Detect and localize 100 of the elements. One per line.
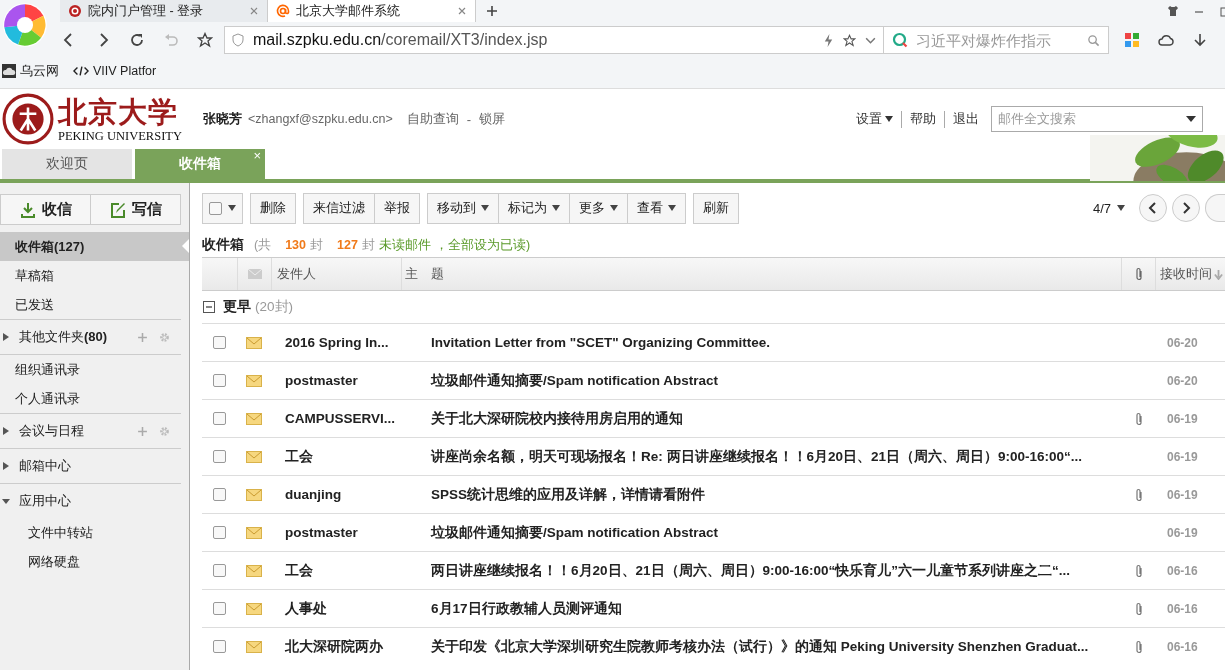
next-page-button[interactable] bbox=[1172, 194, 1200, 222]
folder-item[interactable]: 已发送 bbox=[0, 290, 189, 319]
star-icon[interactable] bbox=[197, 32, 213, 48]
row-checkbox[interactable] bbox=[213, 602, 226, 615]
address-bar[interactable]: mail.szpku.edu.cn/coremail/XT3/index.jsp bbox=[224, 26, 884, 54]
app-item[interactable]: 网络硬盘 bbox=[0, 547, 181, 576]
subject-cell[interactable]: 垃圾邮件通知摘要/Spam notification Abstract bbox=[400, 371, 1122, 390]
folder-item[interactable]: 组织通讯录 bbox=[0, 355, 181, 384]
envelope-icon bbox=[245, 602, 262, 615]
add-icon[interactable] bbox=[137, 331, 148, 343]
folder-item[interactable]: 个人通讯录 bbox=[0, 384, 181, 413]
folder-item[interactable]: 收件箱(127) bbox=[0, 232, 189, 261]
caret-icon bbox=[228, 205, 236, 211]
app-item[interactable]: 文件中转站 bbox=[0, 518, 181, 547]
subject-cell[interactable]: 两日讲座继续报名！！6月20日、21日（周六、周日）9:00-16:00“快乐育儿”六一儿童节系列讲座之二“... bbox=[400, 561, 1122, 580]
sender-cell-text: postmaster bbox=[284, 525, 359, 540]
envelope-icon bbox=[245, 526, 262, 539]
toolbar-button[interactable]: 来信过滤 bbox=[303, 192, 375, 224]
row-checkbox[interactable] bbox=[213, 640, 226, 653]
subject-cell[interactable]: SPSS统计思维的应用及详解，详情请看附件 bbox=[400, 485, 1122, 504]
browser-logo-icon[interactable] bbox=[2, 2, 48, 48]
header-link[interactable]: 自助查询 bbox=[406, 110, 459, 128]
caret-icon[interactable] bbox=[1186, 116, 1196, 122]
subject-cell[interactable]: 垃圾邮件通知摘要/Spam notification Abstract bbox=[400, 523, 1122, 542]
apps-grid-icon[interactable] bbox=[1124, 32, 1140, 48]
cloud-icon[interactable] bbox=[1158, 32, 1174, 48]
toolbar-button[interactable]: 举报 bbox=[374, 192, 420, 224]
expand-arrow-icon[interactable] bbox=[2, 462, 10, 470]
folder-group-label[interactable]: 邮箱中心 bbox=[19, 457, 181, 475]
header-link[interactable]: 退出 bbox=[944, 110, 987, 128]
download-icon bbox=[19, 201, 36, 218]
row-checkbox[interactable] bbox=[213, 450, 226, 463]
subject-cell[interactable]: 讲座尚余名额，明天可现场报名！Re: 两日讲座继续报名！！6月20日、21日（周六、周日）9:00-16:00“... bbox=[400, 447, 1122, 466]
subject-cell[interactable]: 关于印发《北京大学深圳研究生院教师考核办法（试行）》的通知 Peking University Shenzhen Graduat... bbox=[400, 637, 1122, 656]
sidebar-action-button[interactable]: 收信 bbox=[0, 194, 91, 225]
mail-search-box[interactable]: 邮件全文搜索 bbox=[991, 106, 1203, 132]
expand-arrow-icon[interactable] bbox=[2, 333, 10, 341]
browser-tab[interactable]: 院内门户管理 - 登录 bbox=[60, 0, 268, 22]
summary-link[interactable]: 未读邮件 bbox=[378, 237, 431, 254]
shield-icon bbox=[231, 33, 245, 47]
date-cell-text: 06-19 bbox=[1166, 411, 1199, 426]
folder-item[interactable]: 草稿箱 bbox=[0, 261, 189, 290]
toolbar-button[interactable]: 查看 bbox=[627, 192, 686, 224]
subject-cell[interactable]: Invitation Letter from "SCET" Organizing Committee. bbox=[400, 335, 1122, 350]
folder-group-label[interactable]: 其他文件夹(80) bbox=[19, 328, 137, 346]
reload-icon[interactable] bbox=[129, 32, 145, 48]
toolbar-button[interactable]: 删除 bbox=[250, 192, 296, 224]
envelope-icon bbox=[246, 268, 263, 280]
column-header[interactable]: 主 题 bbox=[401, 258, 1121, 290]
shirt-icon[interactable] bbox=[1167, 5, 1179, 17]
search-box[interactable]: 习近平对爆炸作指示 bbox=[884, 26, 1109, 54]
row-checkbox[interactable] bbox=[213, 526, 226, 539]
collapse-icon[interactable] bbox=[203, 301, 215, 313]
select-dropdown[interactable] bbox=[202, 192, 243, 224]
row-checkbox[interactable] bbox=[213, 336, 226, 349]
sidebar-action-button[interactable]: 写信 bbox=[91, 194, 181, 225]
star-icon[interactable] bbox=[843, 33, 856, 47]
subject-cell[interactable]: 6月17日行政教辅人员测评通知 bbox=[400, 599, 1122, 618]
cloud-icon bbox=[2, 64, 16, 78]
app-tab[interactable]: 欢迎页 bbox=[2, 149, 132, 179]
folder-group-label[interactable]: 会议与日程 bbox=[19, 422, 137, 440]
header-link[interactable]: 锁屏 bbox=[479, 110, 506, 128]
new-tab-icon[interactable] bbox=[486, 5, 498, 17]
close-icon[interactable] bbox=[457, 6, 467, 16]
expand-arrow-icon[interactable] bbox=[2, 497, 10, 505]
bookmark[interactable]: 乌云网 bbox=[2, 62, 59, 80]
row-checkbox[interactable] bbox=[213, 488, 226, 501]
toolbar-button[interactable]: 移动到 bbox=[427, 192, 499, 224]
tab-title: 北京大学邮件系统 bbox=[296, 2, 401, 20]
subject-cell[interactable]: 关于北大深研院校内接待用房启用的通知 bbox=[400, 409, 1122, 428]
paperclip-icon bbox=[1134, 267, 1143, 281]
toolbar-button[interactable]: 更多 bbox=[569, 192, 628, 224]
previous-page-button[interactable] bbox=[1139, 194, 1167, 222]
header-link[interactable]: 设置 bbox=[848, 110, 901, 128]
column-header[interactable]: 发件人 bbox=[271, 258, 401, 290]
row-checkbox[interactable] bbox=[213, 374, 226, 387]
paperclip-icon bbox=[1134, 411, 1143, 426]
toolbar-button[interactable]: 刷新 bbox=[693, 192, 739, 224]
at-sign-icon bbox=[276, 4, 290, 18]
date-cell-text: 06-19 bbox=[1166, 487, 1199, 502]
add-icon[interactable] bbox=[137, 425, 148, 437]
browser-tab[interactable]: 北京大学邮件系统 bbox=[268, 0, 476, 22]
summary-link[interactable]: ，全部设为已读) bbox=[434, 237, 531, 254]
expand-arrow-icon[interactable] bbox=[2, 427, 10, 435]
separator: - bbox=[466, 111, 472, 127]
header-link[interactable]: 帮助 bbox=[901, 110, 944, 128]
column-header[interactable]: 接收时间 bbox=[1155, 258, 1225, 290]
sender-cell-text: duanjing bbox=[284, 487, 343, 502]
row-checkbox[interactable] bbox=[213, 564, 226, 577]
close-icon[interactable] bbox=[249, 6, 259, 16]
logo-english: PEKING UNIVERSITY bbox=[58, 128, 182, 144]
page-selector[interactable]: 4/7 bbox=[1092, 200, 1125, 216]
folder-group-label[interactable]: 应用中心 bbox=[19, 492, 181, 510]
lightning-icon[interactable] bbox=[822, 33, 835, 47]
logo-chinese: 北京大学 bbox=[58, 94, 179, 129]
search-icon[interactable] bbox=[1087, 33, 1100, 47]
row-checkbox[interactable] bbox=[213, 412, 226, 425]
download-icon[interactable] bbox=[1192, 32, 1208, 48]
bookmark[interactable]: VIIV Platfor bbox=[73, 64, 157, 78]
toolbar-button[interactable]: 标记为 bbox=[498, 192, 570, 224]
